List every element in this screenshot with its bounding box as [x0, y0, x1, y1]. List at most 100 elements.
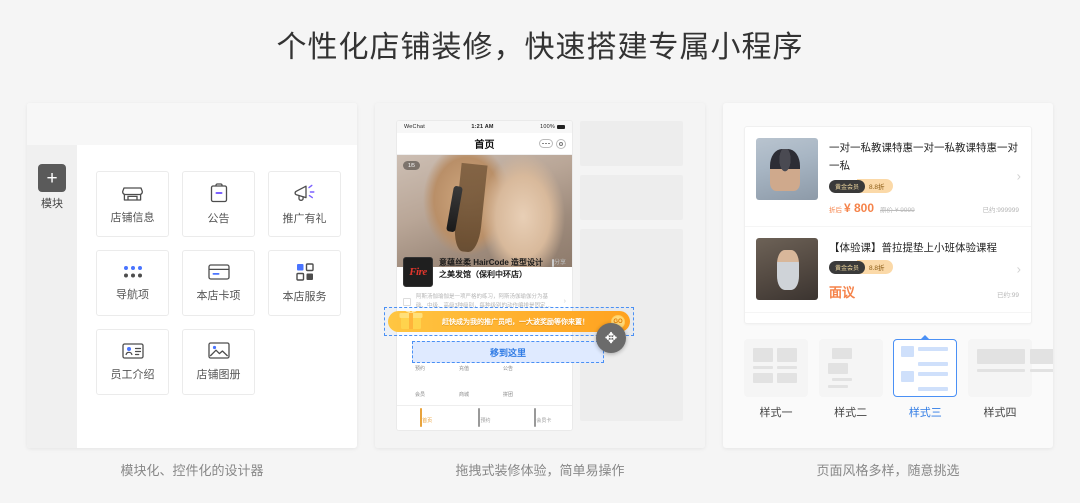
module-card-store-services[interactable]: 本店服务: [268, 250, 341, 316]
grid-item[interactable]: 商城: [449, 383, 479, 401]
module-card-label: 推广有礼: [282, 212, 327, 225]
tab-label: 预约: [480, 418, 491, 424]
style-option-3[interactable]: 样式三: [893, 339, 958, 420]
thumb-block: [976, 369, 1025, 372]
share-button[interactable]: 分享: [552, 257, 567, 267]
photo-icon: [207, 342, 230, 359]
caption-designer: 模块化、控件化的设计器: [120, 463, 264, 478]
price-tag: 折后: [829, 206, 842, 214]
module-card-staff-intro[interactable]: 员工介绍: [96, 329, 169, 395]
designer-canvas: 店铺信息 公告 推广有礼 导航项 本店卡项 本店服务 员工介绍 店铺图册: [77, 145, 357, 448]
phone-status-bar: WeChat 1:21 AM 100%: [397, 121, 572, 133]
staff-card-icon: [121, 342, 144, 359]
megaphone-icon: [294, 183, 316, 203]
module-card-shop-info[interactable]: 店铺信息: [96, 171, 169, 237]
share-label: 分享: [554, 260, 567, 266]
module-card-navigation[interactable]: 导航项: [96, 250, 169, 316]
style-thumbnail[interactable]: [744, 339, 808, 397]
module-card-store-cards[interactable]: 本店卡项: [182, 250, 255, 316]
course-thumbnail: [756, 237, 818, 300]
grid-item-label: 商城: [458, 392, 469, 398]
module-card-label: 店铺图册: [196, 369, 241, 381]
module-card-announcement[interactable]: 公告: [182, 171, 255, 237]
thumb-block: [976, 349, 1025, 364]
module-grid: 店铺信息 公告 推广有礼 导航项 本店卡项 本店服务 员工介绍 店铺图册: [96, 171, 341, 395]
style-thumbnail[interactable]: [818, 339, 883, 397]
close-circle-icon[interactable]: [556, 138, 566, 149]
course-badges: 黄金会员 8.8折: [829, 179, 1019, 194]
add-module-label: 模块: [41, 198, 63, 210]
designer-sidebar: + 模块: [27, 145, 77, 448]
shop-logo: Fire: [403, 257, 433, 287]
module-card-promotion[interactable]: 推广有礼: [268, 171, 341, 237]
course-booked-count: 已约:99: [996, 291, 1019, 299]
designer-topbar: [27, 103, 357, 145]
grid-item[interactable]: 拼团: [493, 383, 523, 401]
module-card-label: 本店服务: [282, 290, 327, 303]
thumb-block: [1029, 349, 1053, 364]
phone-nav-title: 首页: [474, 140, 495, 151]
course-price: ¥ 800: [844, 200, 875, 215]
tab-home[interactable]: 首页: [397, 408, 455, 427]
drag-handle[interactable]: ✥: [596, 323, 626, 353]
shop-title-row: Fire 意蕴丝柔 HairCode 造型设计之美发馆（保利中环店） 分享: [397, 251, 572, 290]
style-thumbnail[interactable]: [967, 339, 1053, 397]
style-options: 样式一 样式二 样式三 样式四: [744, 339, 1053, 420]
status-battery: 100%: [540, 124, 555, 130]
style-option-2[interactable]: 样式二: [818, 339, 883, 420]
tab-label: 首页: [422, 418, 433, 424]
status-carrier: WeChat: [404, 124, 425, 130]
drop-zone[interactable]: 移到这里: [412, 341, 604, 363]
status-time: 1:21 AM: [471, 124, 494, 130]
module-card-store-gallery[interactable]: 店铺图册: [182, 329, 255, 395]
style-thumbnail[interactable]: [893, 339, 958, 397]
thumb-block: [753, 348, 773, 362]
style-option-label: 样式二: [834, 407, 868, 419]
tab-booking[interactable]: 预约: [455, 408, 513, 427]
course-badges: 黄金会员 8.8折: [829, 260, 1019, 275]
placeholder-block: [580, 175, 683, 220]
announcement-icon: [210, 182, 228, 203]
add-module-button[interactable]: +: [38, 164, 66, 192]
style-option-4[interactable]: 样式四: [967, 339, 1053, 420]
thumb-block: [918, 361, 949, 366]
module-card-label: 店铺信息: [110, 211, 155, 224]
grid-dots-icon: [123, 265, 143, 279]
document-icon: [403, 297, 411, 306]
grid-item[interactable]: 会员: [405, 383, 435, 401]
gift-icon: [398, 311, 424, 330]
thumb-block: [777, 373, 797, 383]
course-name: 【体验课】普拉提垫上小班体验课程: [829, 241, 997, 254]
style-option-1[interactable]: 样式一: [744, 339, 808, 420]
course-list-item[interactable]: 【体验课】普拉提垫上小班体验课程 黄金会员 8.8折 面议 已约:99 ›: [745, 225, 1031, 312]
squares-icon: [295, 262, 314, 281]
placeholder-block: [580, 121, 683, 166]
module-card-label: 本店卡项: [196, 289, 241, 302]
thumb-block: [831, 378, 852, 381]
course-list-card: 一对一私教课特惠一对一私教课特惠一对一私 黄金会员 8.8折 折后 ¥ 800 …: [744, 126, 1032, 324]
thumb-block: [918, 386, 949, 391]
preview-stage: WeChat 1:21 AM 100% 首页 1/5 Fire 意蕴丝柔 Hai…: [375, 103, 705, 448]
tab-label: 会员卡: [536, 418, 552, 424]
module-card-label: 导航项: [116, 288, 149, 301]
member-badge: 黄金会员: [829, 179, 866, 193]
thumb-block: [827, 363, 848, 374]
module-card-label: 公告: [207, 212, 230, 225]
chevron-right-icon: ›: [1016, 261, 1021, 277]
drag-overlay: 赶快成为我的推广员吧，一大波奖励等你来置！ GO 移到这里 ✥: [384, 307, 634, 363]
course-list-item[interactable]: 一对一私教课特惠一对一私教课特惠一对一私 黄金会员 8.8折 折后 ¥ 800 …: [745, 127, 1031, 226]
course-thumbnail: [756, 138, 818, 200]
page-root: 个性化店铺装修，快速搭建专属小程序 + 模块 店铺信息 公告 推广有礼 导航项 …: [0, 0, 1080, 503]
caption-style-picker: 页面风格多样，随意挑选: [816, 463, 960, 478]
thumb-block: [918, 371, 949, 376]
thumb-block: [918, 346, 949, 351]
tab-membership-card[interactable]: 会员卡: [514, 408, 572, 427]
promo-banner[interactable]: 赶快成为我的推广员吧，一大波奖励等你来置！ GO: [388, 311, 630, 332]
course-price-row: 面议 已约:99: [829, 282, 1019, 301]
course-list-item[interactable]: 一对一私教课特惠一对一私教课特惠: [745, 311, 1031, 323]
hero-counter: 1/5: [403, 161, 420, 170]
more-dots-icon[interactable]: [539, 139, 553, 148]
phone-mockup: WeChat 1:21 AM 100% 首页 1/5 Fire 意蕴丝柔 Hai…: [397, 121, 572, 430]
phone-nav-bar: 首页: [397, 133, 572, 155]
grid-item-label: 充值: [458, 366, 469, 372]
